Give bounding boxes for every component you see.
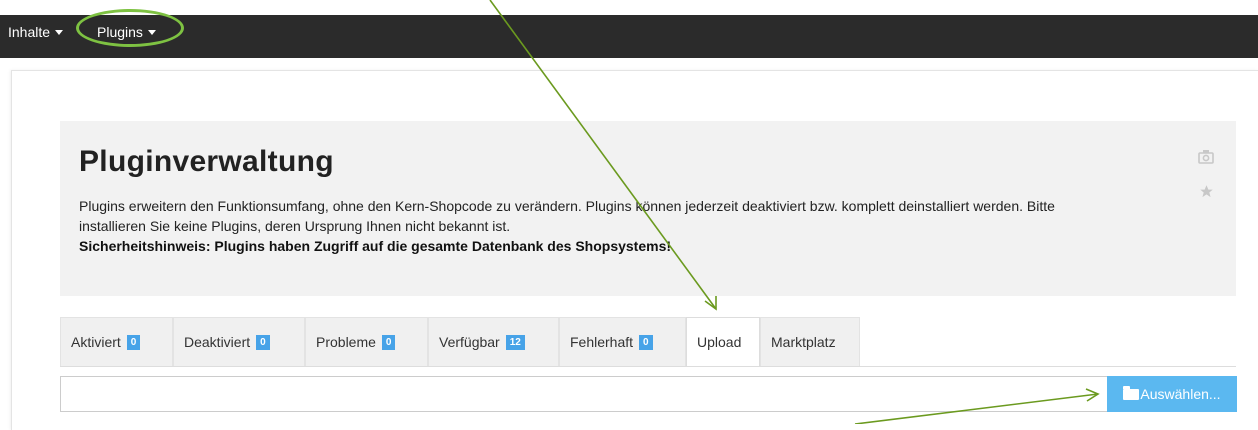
tabs-divider: [60, 366, 1236, 367]
tab-label: Deaktiviert: [184, 334, 251, 350]
tab-deaktiviert[interactable]: Deaktiviert 0: [173, 317, 305, 366]
tab-marktplatz[interactable]: Marktplatz: [760, 317, 860, 366]
tab-count-badge: 0: [381, 334, 396, 350]
camera-icon[interactable]: [1198, 149, 1214, 169]
tab-label: Marktplatz: [771, 334, 836, 350]
tab-label: Fehlerhaft: [570, 334, 634, 350]
upload-file-input[interactable]: [60, 376, 1108, 412]
tab-label: Aktiviert: [71, 334, 121, 350]
page-description: Plugins erweitern den Funktionsumfang, o…: [79, 198, 1055, 234]
browse-button-label: Auswählen...: [1140, 386, 1221, 402]
browse-button[interactable]: Auswählen...: [1107, 376, 1237, 412]
page-title: Pluginverwaltung: [79, 145, 334, 178]
tab-probleme[interactable]: Probleme 0: [305, 317, 428, 366]
nav-inhalte-label: Inhalte: [8, 24, 51, 40]
tab-label: Probleme: [316, 334, 376, 350]
nav-plugins-label: Plugins: [97, 24, 143, 40]
caret-down-icon: [55, 29, 64, 35]
folder-open-icon: [1123, 385, 1140, 400]
tab-verfuegbar[interactable]: Verfügbar 12: [428, 317, 559, 366]
tab-label: Upload: [697, 334, 742, 350]
security-note: Sicherheitshinweis: Plugins haben Zugrif…: [79, 238, 672, 254]
tab-fehlerhaft[interactable]: Fehlerhaft 0: [559, 317, 686, 366]
tab-count-badge: 0: [126, 334, 141, 350]
page-header: Pluginverwaltung Plugins erweitern den F…: [60, 121, 1236, 296]
nav-plugins-dropdown[interactable]: Plugins: [97, 15, 156, 58]
tab-upload[interactable]: Upload: [686, 317, 760, 367]
top-navbar: Inhalte Plugins: [0, 15, 1258, 58]
tab-count-badge: 12: [505, 334, 525, 350]
tab-aktiviert[interactable]: Aktiviert 0: [60, 317, 173, 366]
tab-label: Verfügbar: [439, 334, 500, 350]
nav-inhalte-dropdown[interactable]: Inhalte: [8, 15, 64, 58]
star-icon[interactable]: [1199, 184, 1214, 204]
tab-count-badge: 0: [639, 334, 653, 350]
tab-count-badge: 0: [256, 334, 270, 350]
caret-down-icon: [147, 29, 156, 35]
